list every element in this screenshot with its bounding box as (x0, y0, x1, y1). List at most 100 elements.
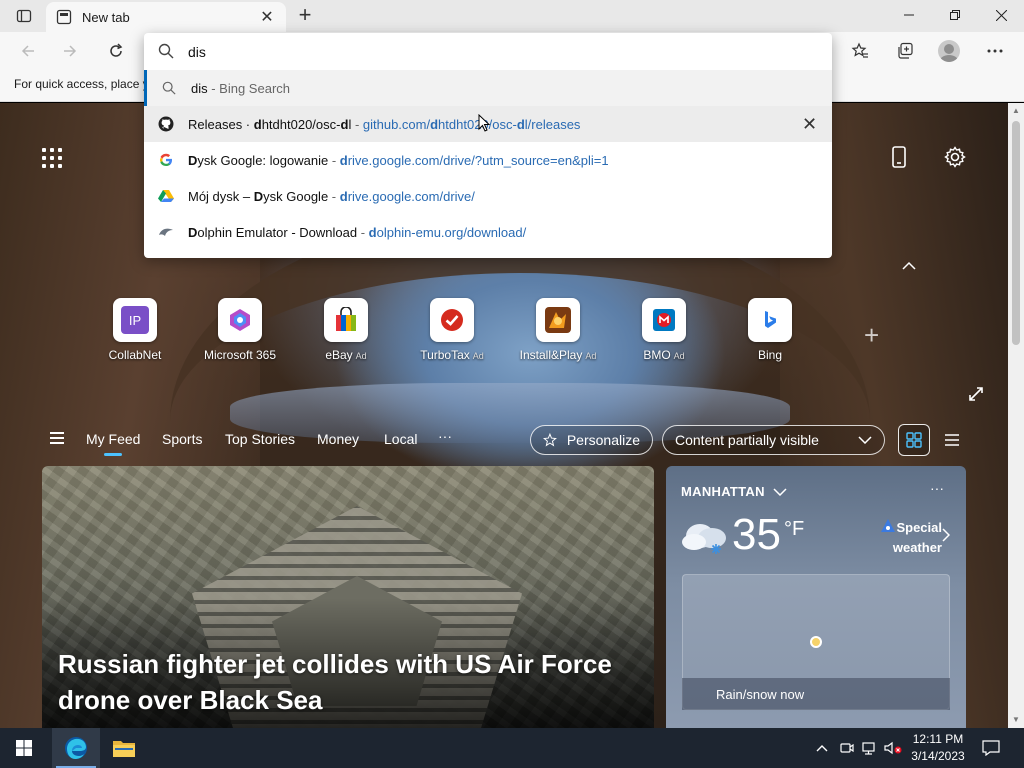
grid-layout-icon (906, 432, 922, 448)
new-tab-page-icon (56, 9, 72, 25)
notifications-icon[interactable] (982, 728, 1000, 768)
address-input[interactable] (188, 41, 788, 63)
feed-tab-sports[interactable]: Sports (162, 431, 202, 447)
taskbar-clock[interactable]: 12:11 PM 3/14/2023 (906, 731, 970, 765)
network-icon[interactable] (862, 728, 878, 768)
clock-date: 3/14/2023 (911, 749, 965, 763)
quick-link-bmo[interactable]: BMO Ad (614, 298, 714, 362)
quick-link-label: TurboTax Ad (420, 348, 484, 362)
more-horizontal-icon (987, 49, 1003, 53)
meet-now-icon[interactable] (840, 728, 854, 768)
quick-link-turbotax[interactable]: TurboTax Ad (402, 298, 502, 362)
weather-unit: °F (784, 518, 805, 540)
feed-more-button[interactable]: ··· (438, 428, 452, 444)
page-settings-gear-icon[interactable] (944, 146, 966, 174)
feed-tab-my-feed[interactable]: My Feed (86, 431, 140, 456)
taskbar-file-explorer-button[interactable] (100, 728, 148, 768)
tab-actions-icon (16, 9, 32, 23)
install-and-play-icon (536, 298, 580, 342)
personalize-button[interactable]: Personalize (530, 425, 653, 455)
suggestion-text: Dolphin Emulator - Download - dolphin-em… (188, 225, 527, 240)
chevron-down-icon (858, 436, 872, 444)
quick-link-ebay[interactable]: eBay Ad (296, 298, 396, 362)
weather-more-options-icon[interactable]: ··· (930, 480, 944, 496)
suggestion-history-google-drive-login[interactable]: Dysk Google: logowanie - drive.google.co… (144, 142, 832, 178)
page-scrollbar[interactable]: ▲ ▼ (1008, 103, 1024, 728)
clock-time: 12:11 PM (912, 732, 964, 746)
collabnet-icon: IP (113, 298, 157, 342)
turbotax-icon (430, 298, 474, 342)
scroll-down-arrow-icon[interactable]: ▼ (1008, 712, 1024, 728)
quick-link-label: CollabNet (108, 348, 162, 362)
remove-suggestion-close-icon[interactable]: ✕ (802, 114, 817, 135)
profile-avatar[interactable] (938, 40, 960, 62)
bing-icon (748, 298, 792, 342)
tab-title: New tab (82, 9, 130, 25)
collections-button[interactable] (890, 38, 920, 64)
settings-and-more-button[interactable] (980, 38, 1010, 64)
suggestion-text: dis - Bing Search (191, 81, 290, 96)
scroll-up-arrow-icon[interactable]: ▲ (1008, 103, 1024, 119)
restore-icon (950, 10, 960, 20)
weather-location[interactable]: MANHATTAN (681, 484, 787, 499)
weather-card[interactable]: MANHATTAN ··· 35 °F Special weather Rain… (666, 466, 966, 728)
personalize-label: Personalize (566, 432, 640, 448)
quick-link-install-and-play[interactable]: Install&Play Ad (508, 298, 608, 362)
quick-link-bing[interactable]: Bing (720, 298, 820, 362)
volume-muted-icon[interactable] (884, 728, 902, 768)
quick-link-microsoft-365[interactable]: Microsoft 365 (190, 298, 290, 362)
quick-link-collabnet[interactable]: IP CollabNet (85, 298, 185, 362)
refresh-button[interactable] (102, 38, 130, 64)
hero-article-card[interactable]: Russian fighter jet collides with US Air… (42, 466, 654, 728)
suggestion-history-my-drive[interactable]: Mój dysk – Dysk Google - drive.google.co… (144, 178, 832, 214)
favorites-button[interactable] (845, 38, 875, 64)
bmo-icon (642, 298, 686, 342)
feed-tab-top-stories[interactable]: Top Stories (225, 431, 295, 447)
hamburger-menu-icon[interactable] (50, 432, 64, 444)
expand-background-icon[interactable] (968, 386, 984, 407)
content-visibility-dropdown[interactable]: Content partially visible (662, 425, 885, 455)
suggestion-history-dolphin[interactable]: Dolphin Emulator - Download - dolphin-em… (144, 214, 832, 250)
tab-new-tab[interactable]: New tab ✕ (46, 2, 286, 32)
new-tab-button[interactable]: + (292, 4, 318, 28)
location-marker-icon (810, 636, 822, 648)
address-bar-dropdown: dis - Bing Search Releases · dhtdht020/o… (144, 33, 832, 258)
back-button[interactable] (14, 38, 42, 64)
minimize-icon (904, 14, 914, 16)
special-weather-alert[interactable]: Special weather (878, 518, 942, 558)
app-launcher-icon[interactable] (42, 148, 62, 168)
mouse-cursor-icon (478, 114, 490, 132)
feed-tab-local[interactable]: Local (384, 431, 417, 447)
collapse-chevron-up-icon[interactable] (902, 258, 916, 274)
feed-navigation: My Feed Sports Top Stories Money Local ·… (42, 418, 966, 462)
hero-headline[interactable]: Russian fighter jet collides with US Air… (58, 646, 638, 718)
suggestion-text: Mój dysk – Dysk Google - drive.google.co… (188, 189, 475, 204)
list-layout-button[interactable] (936, 424, 968, 456)
windows-logo-icon (16, 740, 32, 756)
scrollbar-thumb[interactable] (1012, 121, 1020, 345)
address-bar[interactable] (144, 33, 832, 69)
close-icon (995, 9, 1007, 21)
windows-taskbar: 12:11 PM 3/14/2023 (0, 728, 1024, 768)
favorites-star-icon (851, 42, 868, 58)
restore-button[interactable] (932, 0, 978, 30)
chevron-right-icon[interactable] (942, 528, 951, 547)
start-button[interactable] (0, 728, 48, 768)
show-hidden-icons-chevron-icon[interactable] (816, 728, 828, 768)
tab-actions-button[interactable] (8, 4, 40, 28)
suggestion-bing-search[interactable]: dis - Bing Search (144, 70, 832, 106)
add-quick-link-icon[interactable]: + (864, 322, 879, 348)
google-icon (158, 152, 174, 168)
refresh-icon (110, 43, 123, 57)
minimize-button[interactable] (886, 0, 932, 30)
quick-link-label: Microsoft 365 (203, 348, 277, 362)
tab-close-icon[interactable]: ✕ (258, 7, 276, 27)
feed-tab-money[interactable]: Money (317, 431, 359, 447)
taskbar-edge-button[interactable] (52, 728, 100, 768)
grid-layout-button[interactable] (898, 424, 930, 456)
weather-map-label: Rain/snow now (682, 678, 950, 710)
forward-button[interactable] (56, 38, 84, 64)
close-window-button[interactable] (978, 0, 1024, 30)
mobile-phone-icon[interactable] (890, 146, 908, 174)
tab-bar: New tab ✕ + (0, 0, 1024, 32)
